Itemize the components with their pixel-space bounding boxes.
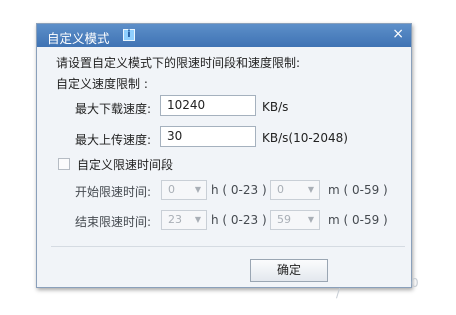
chevron-down-icon: ▼ — [307, 185, 314, 194]
chevron-down-icon: ▼ — [307, 215, 314, 224]
max-upload-input[interactable]: 30 — [160, 126, 256, 147]
close-icon[interactable]: × — [392, 26, 404, 42]
end-minute-range: m ( 0-59 ) — [328, 213, 388, 227]
info-icon: i — [123, 29, 135, 41]
background-mark: / — [336, 286, 341, 300]
speed-section-label: 自定义速度限制 : — [56, 77, 148, 91]
title-bar[interactable]: 自定义模式 i × — [37, 24, 411, 47]
upload-label: 最大上传速度: — [75, 133, 152, 147]
background-mark: 0 — [411, 276, 419, 290]
start-hour-select[interactable]: 0 ▼ — [161, 180, 207, 200]
start-minute-value: 0 — [277, 183, 284, 196]
start-time-label: 开始限速时间: — [75, 185, 152, 199]
chevron-down-icon: ▼ — [194, 215, 201, 224]
max-download-input[interactable]: 10240 — [160, 95, 256, 116]
ok-button[interactable]: 确定 — [250, 259, 328, 282]
end-hour-value: 23 — [168, 213, 182, 226]
end-hour-select[interactable]: 23 ▼ — [161, 210, 207, 230]
start-hour-range: h ( 0-23 ) — [211, 183, 267, 197]
footer-divider — [51, 246, 405, 247]
download-label: 最大下载速度: — [75, 102, 152, 116]
start-minute-select[interactable]: 0 ▼ — [270, 180, 320, 200]
custom-time-period-checkbox[interactable] — [58, 158, 70, 170]
start-hour-value: 0 — [168, 183, 175, 196]
end-hour-range: h ( 0-23 ) — [211, 213, 267, 227]
end-minute-select[interactable]: 59 ▼ — [270, 210, 320, 230]
end-minute-value: 59 — [277, 213, 291, 226]
custom-mode-dialog: 自定义模式 i × 请设置自定义模式下的限速时间段和速度限制: 自定义速度限制 … — [36, 23, 412, 288]
upload-unit: KB/s(10-2048) — [262, 131, 348, 145]
dialog-title: 自定义模式 — [47, 31, 110, 46]
download-unit: KB/s — [262, 100, 289, 114]
start-minute-range: m ( 0-59 ) — [328, 183, 388, 197]
time-period-checkbox-label: 自定义限速时间段 — [77, 158, 174, 172]
instruction-text: 请设置自定义模式下的限速时间段和速度限制: — [56, 56, 301, 70]
chevron-down-icon: ▼ — [194, 185, 201, 194]
end-time-label: 结束限速时间: — [75, 215, 152, 229]
